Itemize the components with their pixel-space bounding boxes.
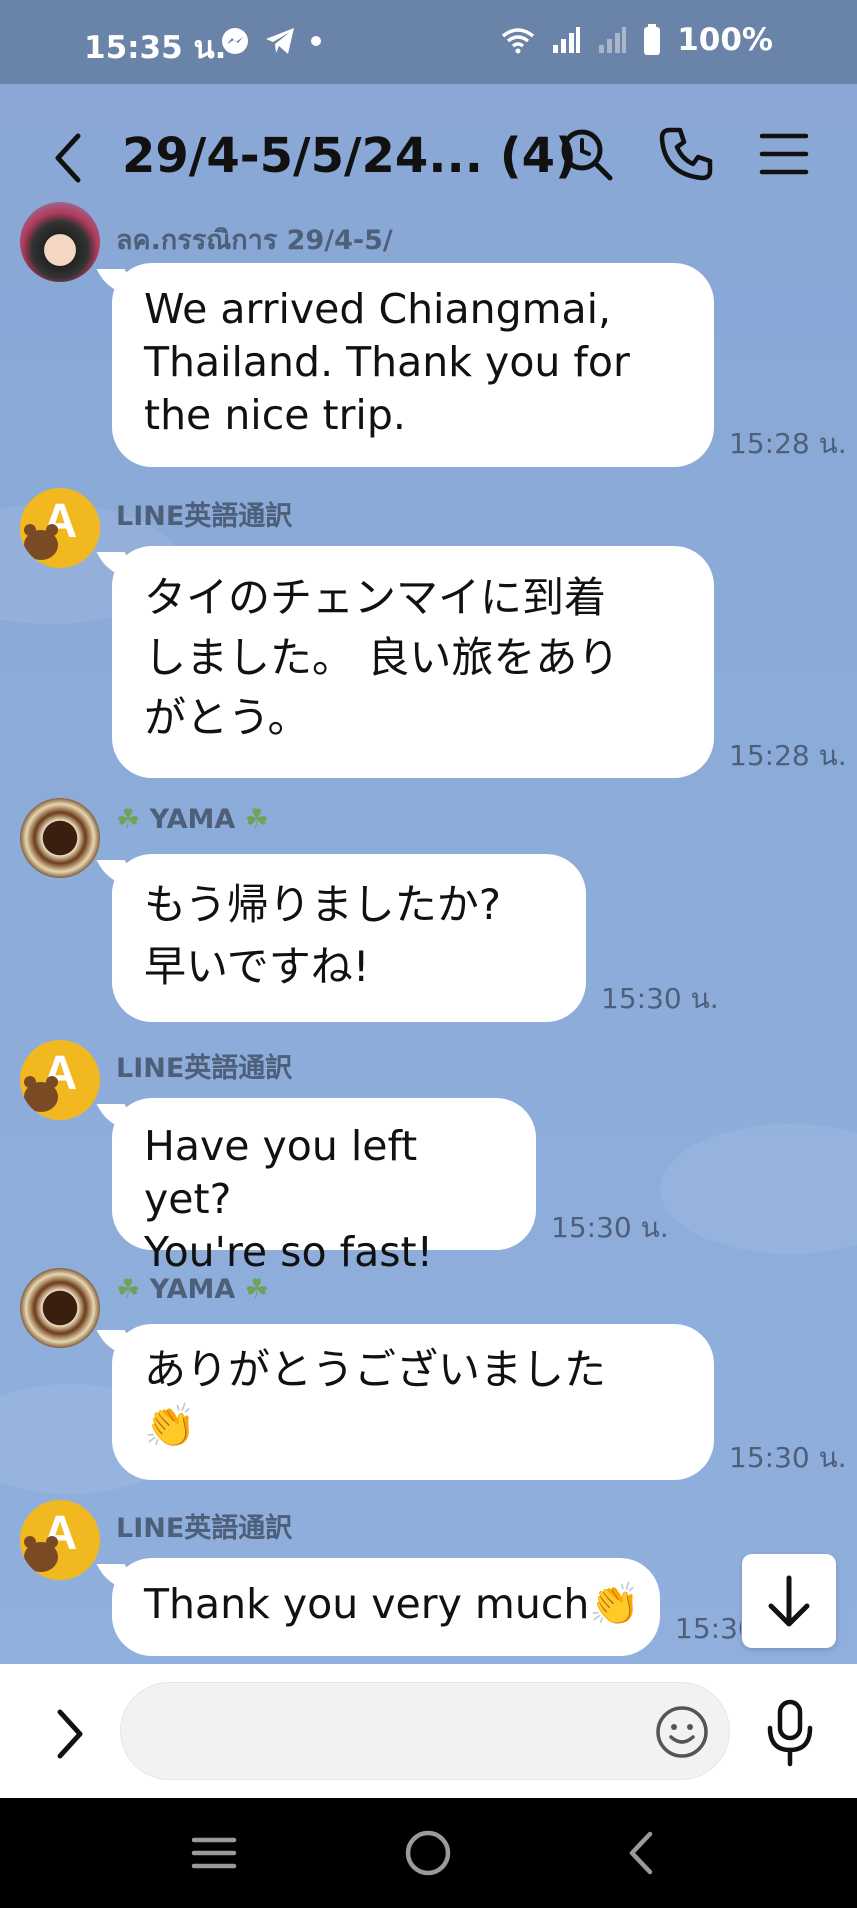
message-bubble[interactable]: もう帰りましたか? 早いですね! — [112, 854, 586, 1022]
message-time: 15:28 น. — [729, 739, 847, 772]
sender-name-text: YAMA — [149, 1274, 236, 1305]
home-icon[interactable] — [400, 1828, 456, 1878]
bear-icon — [24, 524, 58, 560]
message-bubble[interactable]: Thank you very much👏 — [112, 1558, 660, 1656]
avatar[interactable] — [20, 1268, 100, 1348]
dot-icon — [311, 36, 321, 46]
microphone-icon[interactable] — [764, 1698, 816, 1768]
battery-icon — [644, 24, 661, 55]
message-time: 15:30 น. — [601, 982, 719, 1015]
message-bubble[interactable]: タイのチェンマイに到着 しました。 良い旅をあり がとう。 — [112, 546, 714, 778]
message-text-line: がとう。 — [144, 693, 310, 742]
sender-name: LINE英語通訳 — [116, 1513, 293, 1544]
wifi-icon — [502, 28, 535, 54]
clover-icon: ☘ — [244, 804, 269, 835]
messenger-icon — [222, 28, 248, 54]
message-text-line: 早いですね! — [144, 942, 370, 991]
sender-name: ☘ YAMA ☘ — [116, 1274, 269, 1305]
scroll-to-bottom-button[interactable] — [742, 1554, 836, 1648]
chevron-right-icon[interactable] — [50, 1704, 90, 1764]
message-text-line: We arrived Chiangmai, — [144, 285, 612, 333]
phone-icon[interactable] — [656, 124, 716, 184]
avatar[interactable] — [20, 202, 100, 282]
message-text-line: ありがとうございました — [144, 1345, 607, 1394]
message-text-line: タイのチェンマイに到着 — [144, 573, 607, 622]
clover-icon: ☘ — [116, 1274, 141, 1305]
message-text-line: Thank you very much👏 — [144, 1580, 641, 1628]
status-bar: 15:35 น. 100% — [0, 0, 857, 84]
chat-title[interactable]: 29/4-5/5/24... (4) — [122, 128, 577, 184]
message-text-line: You're so fast! — [144, 1228, 434, 1276]
sender-name: ☘ YAMA ☘ — [116, 804, 269, 835]
message-time: 15:30 น. — [551, 1211, 669, 1244]
clover-icon: ☘ — [116, 804, 141, 835]
avatar[interactable]: A — [20, 1500, 100, 1580]
message-input[interactable] — [120, 1682, 730, 1780]
signal-weak-icon — [599, 27, 627, 53]
bear-icon — [24, 1536, 58, 1572]
clapping-emoji: 👏 — [144, 1401, 197, 1450]
message-time: 15:30 — [675, 1612, 741, 1645]
sender-name: LINE英語通訳 — [116, 501, 293, 532]
back-icon[interactable] — [48, 128, 88, 188]
signal-icon — [553, 27, 581, 53]
menu-icon[interactable] — [754, 124, 814, 184]
message-bubble[interactable]: ありがとうございました 👏 — [112, 1324, 714, 1480]
message-input-bar — [0, 1664, 857, 1798]
emoji-icon[interactable] — [654, 1704, 710, 1760]
message-text-line: Have you left yet? — [144, 1122, 418, 1223]
message-text-line: しました。 良い旅をあり — [144, 633, 620, 682]
chat-area[interactable]: 29/4-5/5/24... (4) ลค.กรรณิการ 29/4-5/ W… — [0, 84, 857, 1664]
system-navigation-bar — [0, 1798, 857, 1908]
avatar[interactable]: A — [20, 488, 100, 568]
message-text-line: もう帰りましたか? — [144, 880, 502, 929]
avatar[interactable] — [20, 798, 100, 878]
message-bubble[interactable]: Have you left yet? You're so fast! — [112, 1098, 536, 1276]
message-time: 15:30 น. — [729, 1441, 847, 1474]
arrow-down-icon — [768, 1575, 810, 1627]
sender-name-text: YAMA — [149, 804, 236, 835]
back-nav-icon[interactable] — [614, 1828, 670, 1878]
message-time: 15:28 น. — [729, 427, 847, 460]
recent-apps-icon[interactable] — [186, 1828, 242, 1878]
search-icon[interactable] — [556, 124, 616, 184]
sender-name: LINE英語通訳 — [116, 1053, 293, 1084]
telegram-icon — [266, 28, 294, 54]
sender-name: ลค.กรรณิการ 29/4-5/ — [116, 225, 393, 256]
avatar[interactable]: A — [20, 1040, 100, 1120]
message-text-line: the nice trip. — [144, 391, 406, 439]
message-text-line: Thailand. Thank you for — [144, 338, 630, 386]
message-bubble[interactable]: We arrived Chiangmai, Thailand. Thank yo… — [112, 263, 714, 467]
bear-icon — [24, 1076, 58, 1112]
status-time: 15:35 น. — [84, 30, 227, 66]
chat-header: 29/4-5/5/24... (4) — [0, 84, 857, 229]
battery-level: 100% — [677, 22, 773, 58]
clover-icon: ☘ — [244, 1274, 269, 1305]
